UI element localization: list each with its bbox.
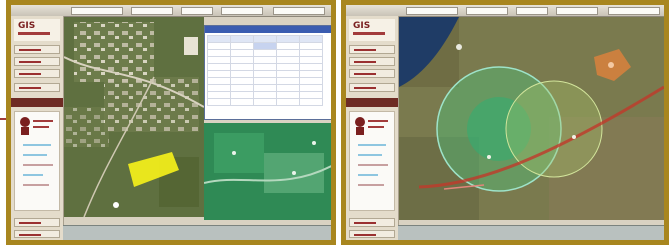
sidebar-button[interactable] [14,45,60,54]
toolbar-field[interactable] [221,7,263,15]
sidebar-button[interactable] [14,83,60,92]
orthophoto-map[interactable] [204,123,331,220]
status-strip [398,225,664,240]
logo-underline [353,32,385,35]
toolbar-field[interactable] [466,7,508,15]
sidebar-button[interactable] [349,57,395,66]
sidebar-button[interactable] [349,230,395,238]
attribute-table-window[interactable] [204,25,331,120]
sidebar: GIS [346,16,399,240]
legend-graphic [355,117,388,186]
sidebar-section-bar [346,98,398,107]
logo-mark: GIS [18,21,36,31]
sidebar-button[interactable] [14,230,60,238]
sidebar: GIS [11,16,64,240]
toolbar-field[interactable] [608,7,660,15]
legend-graphic [20,117,53,186]
sidebar-button[interactable] [349,83,395,92]
legend-figure-icon [355,117,365,127]
sidebar-button[interactable] [14,69,60,78]
toolbar-field[interactable] [71,7,123,15]
sidebar-button[interactable] [349,218,395,227]
app-logo: GIS [14,19,60,41]
screenshot-frame-right: GIS [341,0,669,245]
table-titlebar [205,26,331,33]
attribute-table [207,35,323,106]
app-window-left: GIS [11,5,331,240]
toolbar-field[interactable] [406,7,458,15]
toolbar-field[interactable] [131,7,173,15]
toolbar-field[interactable] [181,7,213,15]
sidebar-button[interactable] [14,57,60,66]
status-strip [63,225,331,240]
logo-underline [18,32,50,35]
sidebar-button[interactable] [14,218,60,227]
sidebar-section-bar [11,98,63,107]
logo-mark: GIS [353,21,371,31]
toolbar-field[interactable] [273,7,325,15]
aerial-map[interactable] [64,17,204,217]
app-window-right: GIS [346,5,664,240]
sidebar-button[interactable] [349,45,395,54]
toolbar-field[interactable] [516,7,548,15]
app-logo: GIS [349,19,395,41]
legend-panel [14,111,60,211]
satellite-map[interactable] [399,17,664,220]
toolbar-field[interactable] [556,7,598,15]
legend-figure-icon [20,117,30,127]
screenshot-frame-left: GIS [6,0,336,245]
sidebar-button[interactable] [349,69,395,78]
legend-panel [349,111,395,211]
